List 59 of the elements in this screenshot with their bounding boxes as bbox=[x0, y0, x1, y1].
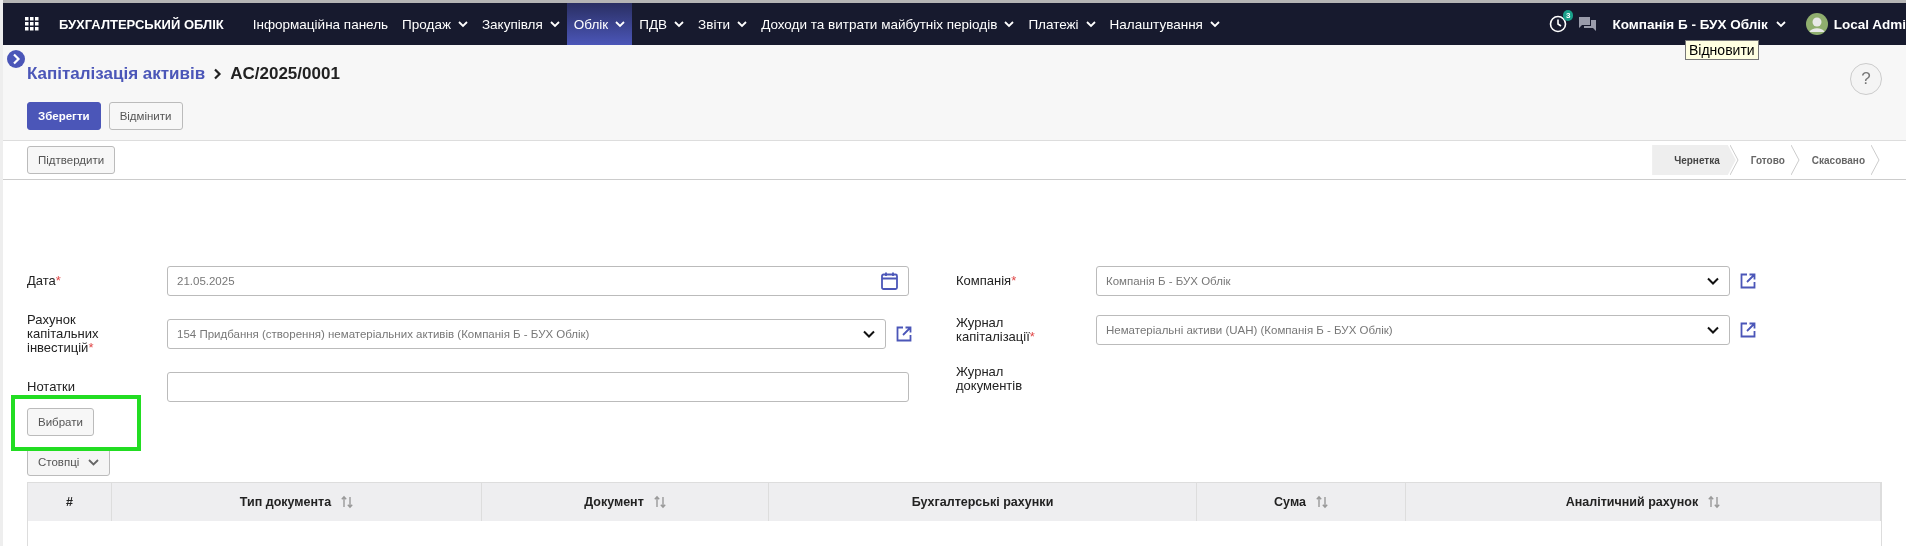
caret-icon bbox=[863, 330, 875, 338]
column-header[interactable]: Аналітичний рахунок bbox=[1406, 483, 1881, 521]
chevron-divider-icon bbox=[1729, 145, 1739, 175]
column-header[interactable]: Тип документа bbox=[112, 483, 482, 521]
field-label: Дата* bbox=[27, 274, 62, 288]
activity-badge: 3 bbox=[1563, 10, 1574, 21]
help-button[interactable]: ? bbox=[1850, 63, 1882, 95]
menu-item[interactable]: Продаж bbox=[395, 3, 475, 45]
status-step[interactable]: Чернетка bbox=[1652, 145, 1736, 175]
select-field[interactable]: 154 Придбання (створення) нематеріальних активів (Компанія Б - БУХ Облік) bbox=[167, 319, 886, 349]
menu-item[interactable]: Закупівля bbox=[474, 3, 567, 45]
menu-item[interactable]: Платежі bbox=[1021, 3, 1103, 45]
field-label: Нотатки bbox=[27, 380, 76, 394]
menu-item[interactable]: ПДВ bbox=[632, 3, 692, 45]
field-label: Рахунок капітальних інвестицій* bbox=[27, 313, 100, 355]
menu-item[interactable]: Звіти bbox=[691, 3, 755, 45]
sidebar-toggle-icon[interactable] bbox=[7, 50, 25, 68]
date-field[interactable]: 21.05.2025 bbox=[167, 266, 909, 296]
tooltip: Відновити bbox=[1685, 40, 1759, 60]
breadcrumb-link[interactable]: Капіталізація активів bbox=[27, 64, 206, 84]
caret-icon bbox=[1707, 326, 1719, 334]
status-step[interactable]: Скасовано bbox=[1799, 145, 1877, 175]
user-name[interactable]: Local Admi bbox=[1833, 16, 1906, 32]
confirm-button[interactable]: Підтвердити bbox=[27, 146, 116, 174]
column-header[interactable]: Документ bbox=[482, 483, 769, 521]
menu-item[interactable]: Облік bbox=[566, 3, 633, 45]
apps-grid-icon[interactable] bbox=[25, 17, 39, 31]
record-title: AC/2025/0001 bbox=[230, 64, 340, 84]
chat-icon[interactable] bbox=[1579, 16, 1597, 32]
save-button[interactable]: Зберегти bbox=[27, 102, 101, 130]
column-header[interactable]: # bbox=[28, 483, 112, 521]
column-header[interactable]: Бухгалтерські рахунки bbox=[769, 483, 1197, 521]
input-field[interactable] bbox=[167, 372, 909, 402]
avatar-icon[interactable] bbox=[1805, 13, 1828, 35]
clock-icon[interactable] bbox=[1549, 15, 1568, 33]
column-header[interactable]: Сума bbox=[1197, 483, 1406, 521]
company-switcher[interactable]: Компанія Б - БУХ Облік bbox=[1612, 16, 1786, 32]
select-button[interactable]: Вибрати bbox=[27, 408, 94, 436]
discard-button[interactable]: Відмінити bbox=[108, 102, 183, 130]
external-link-icon[interactable] bbox=[1740, 322, 1756, 338]
chevron-divider-icon bbox=[1871, 145, 1880, 175]
caret-icon bbox=[1775, 20, 1786, 28]
field-label: Компанія* bbox=[956, 274, 1018, 288]
external-link-icon[interactable] bbox=[1740, 273, 1756, 289]
app-title: БУХГАЛТЕРСЬКИЙ ОБЛІК bbox=[59, 16, 224, 32]
calendar-icon[interactable] bbox=[881, 272, 898, 290]
field-label: Журнал капіталізації* bbox=[956, 316, 1036, 344]
select-field[interactable]: Нематеріальні активи (UAH) (Компанія Б - БУХ Облік) bbox=[1096, 315, 1730, 345]
caret-icon bbox=[88, 458, 100, 466]
chevron-icon bbox=[213, 68, 223, 80]
caret-icon bbox=[1707, 277, 1719, 285]
external-link-icon[interactable] bbox=[896, 326, 912, 342]
field-label: Журнал документів bbox=[956, 365, 1024, 393]
menu-item[interactable]: Доходи та витрати майбутніх періодів bbox=[754, 3, 1022, 45]
menu-item[interactable]: Інформаційна панель bbox=[245, 3, 396, 45]
select-field[interactable]: Компанія Б - БУХ Облік bbox=[1096, 266, 1730, 296]
status-step[interactable]: Готово bbox=[1738, 145, 1797, 175]
chevron-divider-icon bbox=[1790, 145, 1800, 175]
menu-item[interactable]: Налаштування bbox=[1102, 3, 1227, 45]
